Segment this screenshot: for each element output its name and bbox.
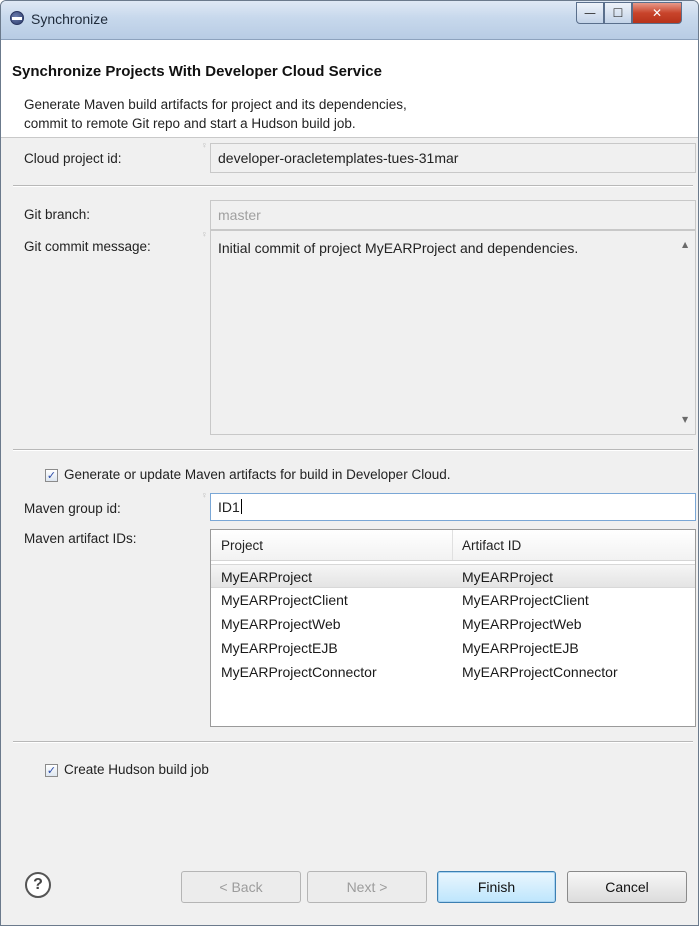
scroll-down-icon[interactable]: ▼ <box>682 415 688 424</box>
git-commit-message-field[interactable]: Initial commit of project MyEARProject a… <box>210 230 696 435</box>
content-assist-hint-icon: ♀ <box>201 229 208 239</box>
text-cursor <box>240 499 242 514</box>
create-hudson-label: Create Hudson build job <box>64 762 209 777</box>
eclipse-icon <box>10 11 24 25</box>
artifact-id-cell[interactable]: MyEARProject <box>462 569 553 585</box>
wizard-description: Generate Maven build artifacts for proje… <box>24 97 407 131</box>
content-assist-hint-icon: ♀ <box>201 490 208 500</box>
minimize-button[interactable]: — <box>576 2 604 24</box>
project-cell: MyEARProjectWeb <box>221 616 341 632</box>
git-branch-field[interactable]: master <box>210 200 696 230</box>
separator <box>13 185 693 187</box>
finish-button[interactable]: Finish <box>437 871 556 903</box>
artifact-table[interactable]: Project Artifact ID MyEARProject MyEARPr… <box>210 529 696 727</box>
generate-maven-label: Generate or update Maven artifacts for b… <box>64 467 451 482</box>
create-hudson-checkbox[interactable]: ✓ <box>45 764 58 777</box>
cloud-project-id-field[interactable]: developer-oracletemplates-tues-31mar <box>210 143 696 173</box>
separator <box>13 741 693 743</box>
content-assist-hint-icon: ♀ <box>201 140 208 150</box>
table-row[interactable]: MyEARProjectEJB MyEARProjectEJB <box>211 636 695 660</box>
project-cell: MyEARProjectEJB <box>221 640 338 656</box>
table-row[interactable]: MyEARProjectWeb MyEARProjectWeb <box>211 612 695 636</box>
column-divider[interactable] <box>452 530 453 560</box>
project-cell: MyEARProjectConnector <box>221 664 377 680</box>
separator <box>13 449 693 451</box>
scroll-up-icon[interactable]: ▲ <box>682 240 688 249</box>
table-header: Project Artifact ID <box>211 530 695 561</box>
table-row[interactable]: MyEARProjectConnector MyEARProjectConnec… <box>211 660 695 684</box>
column-header-project[interactable]: Project <box>221 538 263 553</box>
maven-group-id-label: Maven group id: <box>24 501 121 516</box>
next-button[interactable]: Next > <box>307 871 427 903</box>
wizard-title: Synchronize Projects With Developer Clou… <box>12 63 382 80</box>
artifact-id-cell[interactable]: MyEARProjectWeb <box>462 616 582 632</box>
git-commit-message-label: Git commit message: <box>24 239 151 254</box>
cancel-button[interactable]: Cancel <box>567 871 687 903</box>
project-cell: MyEARProject <box>221 569 313 585</box>
title-bar[interactable]: Synchronize — ☐ ✕ <box>1 1 698 40</box>
artifact-id-cell[interactable]: MyEARProjectEJB <box>462 640 579 656</box>
generate-maven-checkbox[interactable]: ✓ <box>45 469 58 482</box>
synchronize-dialog: Synchronize — ☐ ✕ Synchronize Projects W… <box>0 0 699 926</box>
project-cell: MyEARProjectClient <box>221 592 348 608</box>
git-branch-label: Git branch: <box>24 207 91 222</box>
artifact-id-cell[interactable]: MyEARProjectConnector <box>462 664 618 680</box>
artifact-id-cell[interactable]: MyEARProjectClient <box>462 592 589 608</box>
column-header-artifact-id[interactable]: Artifact ID <box>462 538 521 553</box>
window-title: Synchronize <box>31 11 109 27</box>
table-row[interactable]: MyEARProjectClient MyEARProjectClient <box>211 588 695 612</box>
cloud-project-id-label: Cloud project id: <box>24 151 122 166</box>
git-commit-message-text: Initial commit of project MyEARProject a… <box>218 240 579 256</box>
maven-group-id-field[interactable]: ID1 <box>210 493 696 521</box>
back-button[interactable]: < Back <box>181 871 301 903</box>
maximize-button[interactable]: ☐ <box>604 2 632 24</box>
maven-artifact-ids-label: Maven artifact IDs: <box>24 531 137 546</box>
table-row[interactable]: MyEARProject MyEARProject <box>211 564 695 588</box>
vertical-scrollbar[interactable]: ▲ ▼ <box>678 231 695 434</box>
wizard-header: Synchronize Projects With Developer Clou… <box>1 40 698 138</box>
close-button[interactable]: ✕ <box>632 2 682 24</box>
help-icon[interactable]: ? <box>25 872 51 898</box>
maven-group-id-value: ID1 <box>218 499 240 515</box>
